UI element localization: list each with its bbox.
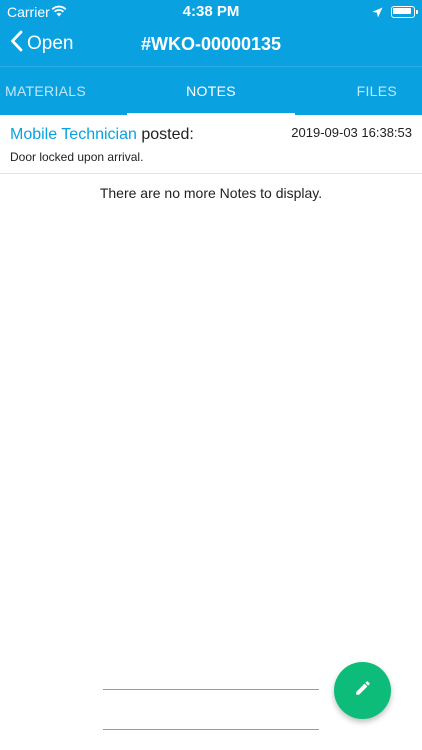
note-action-label: posted: <box>141 126 194 143</box>
note-item: Mobile Technician posted: 2019-09-03 16:… <box>0 115 422 174</box>
divider <box>103 689 319 690</box>
no-more-notes-message: There are no more Notes to display. <box>99 185 323 201</box>
note-header: Mobile Technician posted: <box>10 126 194 144</box>
tab-notes[interactable]: NOTES <box>127 67 295 114</box>
note-body: Door locked upon arrival. <box>10 150 144 164</box>
tab-materials[interactable]: MATERIALS <box>5 67 86 114</box>
note-author-link[interactable]: Mobile Technician <box>10 126 137 143</box>
navigation-bar: Open #WKO-00000135 <box>0 22 422 66</box>
page-title: #WKO-00000135 <box>140 34 282 54</box>
location-arrow-icon <box>372 5 383 21</box>
pencil-icon <box>354 679 372 702</box>
add-note-button[interactable] <box>334 662 391 719</box>
status-bar: Carrier 4:38 PM <box>0 0 422 22</box>
tab-files[interactable]: FILES <box>357 67 397 114</box>
status-time: 4:38 PM <box>182 3 240 20</box>
divider <box>103 729 319 730</box>
battery-icon <box>391 6 418 18</box>
app-header: Carrier 4:38 PM Open #WKO-00000135 MATER… <box>0 0 422 116</box>
note-timestamp: 2019-09-03 16:38:53 <box>291 125 412 140</box>
tab-bar: MATERIALS NOTES FILES <box>0 66 422 116</box>
